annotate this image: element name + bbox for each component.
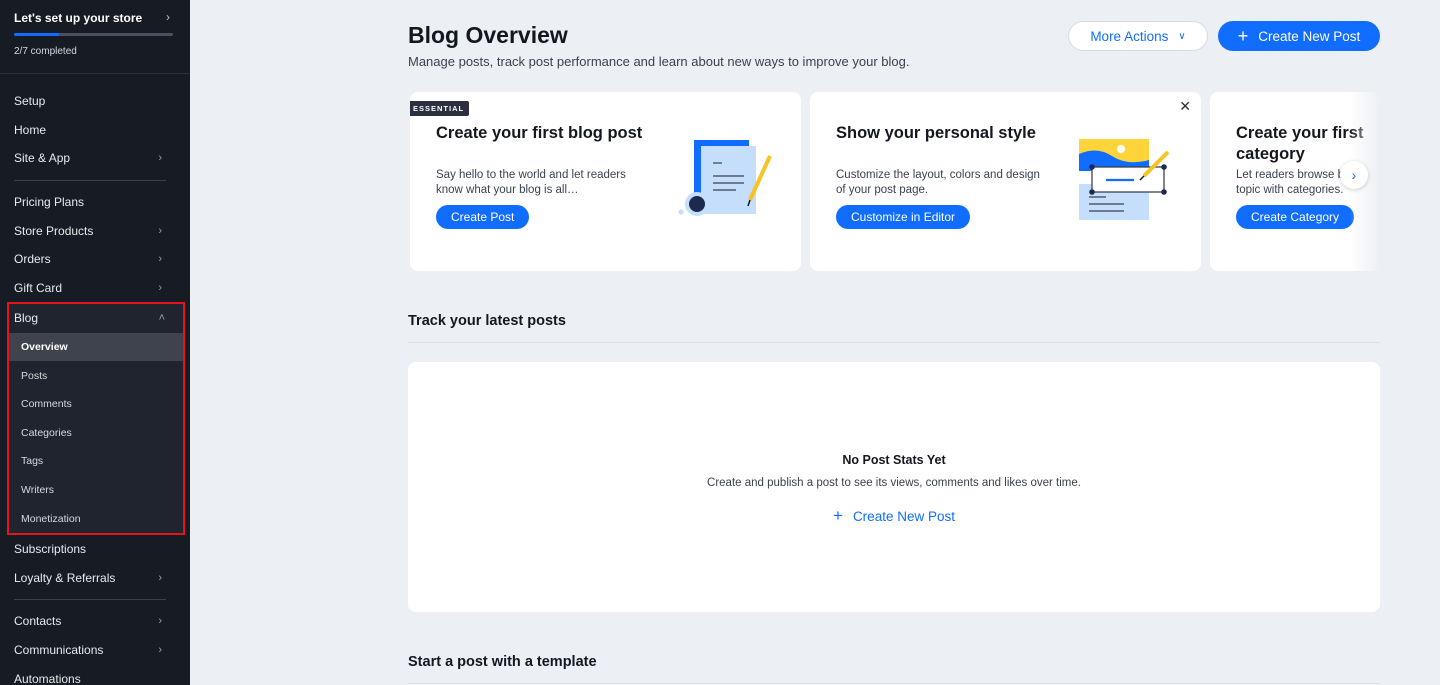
sidebar-nav: Setup Home Site & App › Pricing Plans St… [0, 74, 190, 685]
sidebar-item-label: Gift Card [14, 280, 63, 295]
empty-state-create-post-label: Create New Post [852, 508, 955, 524]
track-section-title: Track your latest posts [408, 313, 566, 329]
sidebar-item-blog[interactable]: Blog ˄ [9, 304, 183, 333]
sidebar-item-home[interactable]: Home [0, 116, 190, 145]
sidebar-item-setup[interactable]: Setup [0, 87, 190, 116]
sidebar-item-site-app[interactable]: Site & App › [0, 144, 190, 173]
sidebar-item-loyalty-referrals[interactable]: Loyalty & Referrals › [0, 564, 190, 593]
more-actions-button[interactable]: More Actions ∨ [1068, 21, 1208, 51]
more-actions-label: More Actions [1090, 28, 1169, 44]
blog-post-illustration-icon [678, 140, 772, 216]
sidebar-item-subscriptions[interactable]: Subscriptions [0, 535, 190, 564]
chevron-right-icon: › [158, 281, 162, 294]
empty-state-title: No Post Stats Yet [842, 453, 946, 467]
setup-status: 2/7 completed [14, 46, 77, 57]
sidebar-item-label: Contacts [14, 614, 62, 629]
sidebar-subitem-categories[interactable]: Categories [9, 419, 183, 448]
plus-icon: + [1237, 26, 1249, 46]
setup-progress-bar [14, 33, 173, 36]
chevron-right-icon: › [158, 643, 162, 656]
section-divider [408, 342, 1380, 343]
sidebar-item-contacts[interactable]: Contacts › [0, 607, 190, 636]
page-title: Blog Overview [408, 22, 568, 48]
onboarding-card-create-post: ESSENTIAL Create your first blog post Sa… [410, 92, 801, 271]
sidebar-item-label: Pricing Plans [14, 195, 85, 210]
sidebar-divider [14, 599, 166, 601]
card-description: Say hello to the world and let readers k… [436, 169, 626, 196]
sidebar-item-label: Site & App [14, 151, 71, 166]
sidebar-subitem-writers[interactable]: Writers [9, 476, 183, 505]
design-editor-illustration-icon [1079, 139, 1170, 220]
sidebar-item-pricing-plans[interactable]: Pricing Plans [0, 188, 190, 217]
sidebar-subitem-overview[interactable]: Overview [9, 332, 183, 362]
sidebar-subitem-posts[interactable]: Posts [9, 361, 183, 390]
sidebar-subitem-comments[interactable]: Comments [9, 390, 183, 419]
chevron-right-icon: › [158, 224, 162, 237]
card-description: Customize the layout, colors and design … [836, 169, 1040, 196]
close-icon[interactable]: ✕ [1179, 98, 1191, 115]
setup-title[interactable]: Let's set up your store [14, 11, 176, 25]
section-divider [408, 683, 1380, 684]
card-title: Show your personal style [836, 124, 1036, 142]
card-title: Create your first blog post [436, 124, 643, 142]
sidebar: Let's set up your store › 2/7 completed … [0, 0, 190, 685]
empty-state-create-post-link[interactable]: + Create New Post [408, 506, 1380, 526]
chevron-right-icon: › [158, 253, 162, 266]
template-section-title: Start a post with a template [408, 654, 597, 670]
setup-progress-fill [14, 33, 60, 36]
sidebar-item-store-products[interactable]: Store Products › [0, 216, 190, 245]
chevron-right-icon: › [158, 152, 162, 165]
sidebar-blog-group: Blog ˄ Overview Posts Comments Categorie… [7, 302, 185, 535]
create-post-button[interactable]: Create Post [436, 205, 530, 229]
sidebar-item-label: Orders [14, 252, 51, 267]
page-subtitle: Manage posts, track post performance and… [408, 54, 910, 69]
card-title: Create your first category [1236, 124, 1364, 163]
create-new-post-button[interactable]: + Create New Post [1218, 21, 1380, 51]
sidebar-subitem-monetization[interactable]: Monetization [9, 504, 183, 533]
sidebar-item-label: Subscriptions [14, 542, 87, 557]
chevron-right-icon: › [158, 571, 162, 584]
sidebar-item-label: Loyalty & Referrals [14, 570, 116, 585]
carousel-next-button[interactable]: › [1340, 161, 1368, 189]
sidebar-item-gift-card[interactable]: Gift Card › [0, 274, 190, 303]
chevron-down-icon: ∨ [1178, 30, 1186, 42]
sidebar-item-label: Automations [14, 671, 81, 685]
sidebar-item-communications[interactable]: Communications › [0, 636, 190, 665]
chevron-up-icon: ˄ [158, 312, 165, 325]
empty-state-description: Create and publish a post to see its vie… [707, 477, 1081, 489]
onboarding-card-personal-style: ✕ Show your personal style Customize the… [810, 92, 1201, 271]
sidebar-divider [14, 179, 166, 181]
sidebar-item-label: Setup [14, 94, 46, 109]
sidebar-item-orders[interactable]: Orders › [0, 245, 190, 274]
essential-badge: ESSENTIAL [410, 101, 470, 116]
chevron-right-icon[interactable]: › [166, 10, 170, 24]
chevron-right-icon: › [1351, 167, 1357, 183]
sidebar-item-label: Store Products [14, 223, 94, 238]
chevron-right-icon: › [158, 615, 162, 628]
setup-progress-panel[interactable]: Let's set up your store › 2/7 completed [0, 0, 190, 74]
sidebar-item-label: Home [14, 122, 47, 137]
plus-icon: + [833, 506, 843, 525]
sidebar-subitem-tags[interactable]: Tags [9, 447, 183, 476]
customize-in-editor-button[interactable]: Customize in Editor [836, 205, 971, 229]
sidebar-item-label: Blog [14, 311, 39, 326]
main-content: Blog Overview Manage posts, track post p… [190, 0, 1440, 685]
post-stats-card: No Post Stats Yet Create and publish a p… [408, 362, 1380, 612]
sidebar-item-label: Communications [14, 642, 104, 657]
sidebar-item-automations[interactable]: Automations [0, 664, 190, 685]
create-category-button[interactable]: Create Category [1236, 205, 1355, 229]
create-new-post-label: Create New Post [1258, 28, 1361, 44]
